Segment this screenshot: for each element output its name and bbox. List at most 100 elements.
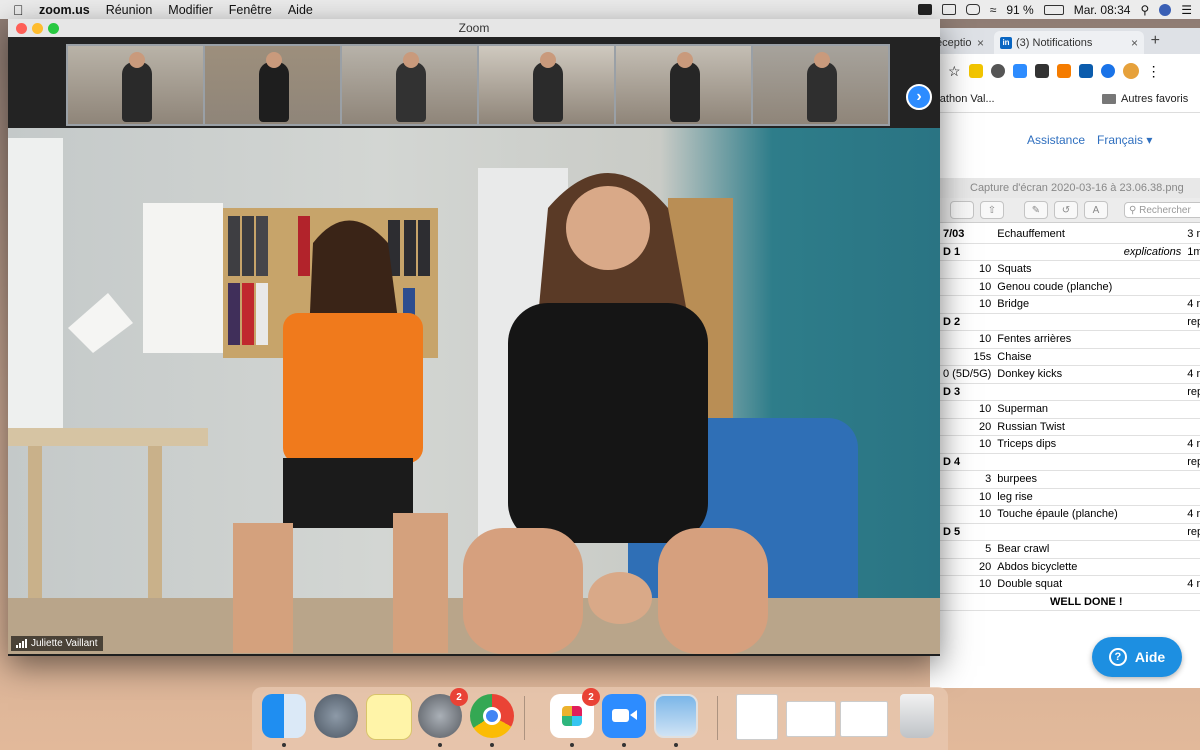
siri-icon[interactable]	[1159, 3, 1172, 16]
table-cell: 4 minute	[1184, 575, 1200, 594]
table-cell	[994, 452, 1121, 471]
participant-name: Juliette Vaillant	[31, 638, 98, 649]
participant-thumbnail[interactable]	[68, 46, 203, 124]
running-indicator	[490, 743, 494, 747]
preview-icon[interactable]	[654, 694, 698, 738]
assistance-link[interactable]: Assistance	[1027, 133, 1085, 147]
battery-percent[interactable]: 91 %	[1006, 3, 1033, 17]
table-cell	[1184, 400, 1200, 419]
wifi-icon[interactable]: ≈	[990, 3, 997, 17]
participant-thumbnail[interactable]	[342, 46, 477, 124]
close-window-button[interactable]	[16, 23, 27, 34]
table-cell: Triceps dips	[994, 435, 1121, 454]
preview-window: Capture d'écran 2020-03-16 à 23.06.38.pn…	[940, 178, 1200, 616]
screenshot-thumbnail[interactable]	[786, 701, 836, 737]
help-label: Aide	[1134, 649, 1166, 665]
apple-icon[interactable]: 	[13, 2, 27, 18]
participant-figure	[533, 61, 563, 122]
rotate-button[interactable]: ↺	[1054, 201, 1078, 219]
chrome-icon[interactable]	[470, 694, 514, 738]
menu-reunion[interactable]: Réunion	[106, 3, 153, 17]
browser-tab-linkedin[interactable]: in (3) Notifications ×	[994, 31, 1144, 54]
markup-button[interactable]: ✎	[1024, 201, 1048, 219]
next-page-button[interactable]: ›	[906, 84, 932, 110]
participant-figure	[259, 61, 289, 122]
language-selector[interactable]: Français ▾	[1097, 133, 1152, 147]
participant-thumbnail[interactable]	[753, 46, 888, 124]
search-icon[interactable]: ⚲	[1140, 3, 1149, 17]
notes-icon[interactable]	[366, 694, 412, 740]
launchpad-icon[interactable]	[314, 694, 358, 738]
search-input[interactable]: ⚲ Rechercher	[1124, 202, 1200, 218]
close-icon[interactable]: ×	[977, 36, 984, 50]
participant-figure	[807, 61, 837, 122]
extension-icon[interactable]	[968, 64, 983, 78]
table-row: 10 leg rise	[940, 488, 1200, 506]
more-menu-icon[interactable]: ⋮	[1147, 63, 1161, 80]
active-speaker-video[interactable]: Juliette Vaillant	[8, 128, 940, 654]
table-cell: 20	[940, 418, 995, 436]
annotate-button[interactable]: A	[1084, 201, 1108, 219]
table-cell: Genou coude (planche)	[994, 278, 1121, 296]
table-cell	[1120, 522, 1185, 541]
fullscreen-window-button[interactable]	[48, 23, 59, 34]
table-cell: 4 minute	[1184, 505, 1200, 524]
extension-icon[interactable]	[990, 64, 1005, 78]
system-preferences-icon[interactable]: 2	[418, 688, 468, 738]
close-icon[interactable]: ×	[1131, 36, 1138, 50]
table-cell: Abdos bicyclette	[994, 558, 1121, 576]
table-cell: repos 1r	[1184, 522, 1200, 541]
sidebar-toggle-button[interactable]	[950, 201, 974, 219]
display-icon[interactable]	[941, 4, 956, 15]
help-button[interactable]: ? Aide	[1092, 637, 1182, 677]
participant-thumbnail[interactable]	[205, 46, 340, 124]
menu-app-name[interactable]: zoom.us	[39, 3, 90, 17]
table-row: 15s Chaise	[940, 348, 1200, 366]
menu-fenetre[interactable]: Fenêtre	[229, 3, 272, 17]
avatar[interactable]	[1122, 63, 1139, 79]
clock[interactable]: Mar. 08:34	[1074, 3, 1131, 17]
zoom-status-icon[interactable]	[917, 4, 932, 15]
camera-icon	[612, 709, 629, 722]
finder-icon[interactable]	[262, 694, 306, 738]
cast-icon[interactable]	[965, 4, 980, 15]
control-menu-icon[interactable]: ☰	[1181, 3, 1192, 17]
extension-icon[interactable]	[1100, 64, 1115, 78]
star-icon[interactable]: ☆	[948, 63, 961, 80]
well-done-cell: WELL DONE !	[940, 592, 1200, 611]
participant-thumbnail[interactable]	[479, 46, 614, 124]
table-cell: D 4	[940, 452, 995, 471]
bookmark-folder-other[interactable]: Autres favoris	[1102, 93, 1188, 105]
battery-icon[interactable]	[1043, 4, 1064, 15]
camera-lens	[630, 710, 637, 720]
dock-separator	[717, 696, 718, 740]
folder-icon	[1102, 94, 1116, 104]
zoom-extension-icon[interactable]	[1012, 64, 1027, 78]
eyedropper-icon[interactable]	[1034, 64, 1049, 78]
screenshot-thumbnail[interactable]	[840, 701, 888, 737]
trash-icon[interactable]	[900, 694, 934, 738]
chevron-right-icon: ›	[916, 88, 922, 105]
chevron-down-icon: ▾	[1146, 133, 1153, 147]
document-thumbnail[interactable]	[736, 694, 778, 740]
extension-icon[interactable]	[1056, 64, 1071, 78]
extension-icon[interactable]	[1078, 64, 1093, 78]
table-row: 10Touche épaule (planche) 4 minute	[940, 505, 1200, 524]
table-cell	[1120, 330, 1185, 349]
menu-aide[interactable]: Aide	[288, 3, 313, 17]
slack-icon[interactable]: 2	[550, 688, 600, 738]
table-cell	[1120, 452, 1185, 471]
table-cell	[1184, 558, 1200, 576]
linkedin-icon: in	[1000, 36, 1012, 49]
menu-modifier[interactable]: Modifier	[168, 3, 212, 17]
new-tab-button[interactable]: +	[1151, 32, 1160, 50]
table-cell: repos 1r	[1184, 452, 1200, 471]
share-button[interactable]: ⇧	[980, 201, 1004, 219]
table-cell	[1184, 418, 1200, 436]
table-row: 7/03Echauffement 3 min	[940, 226, 1200, 244]
table-row: 10Bridge 4 minute	[940, 295, 1200, 314]
zoom-icon[interactable]	[602, 694, 646, 738]
participant-thumbnail[interactable]	[616, 46, 751, 124]
minimize-window-button[interactable]	[32, 23, 43, 34]
table-cell	[1120, 278, 1185, 296]
